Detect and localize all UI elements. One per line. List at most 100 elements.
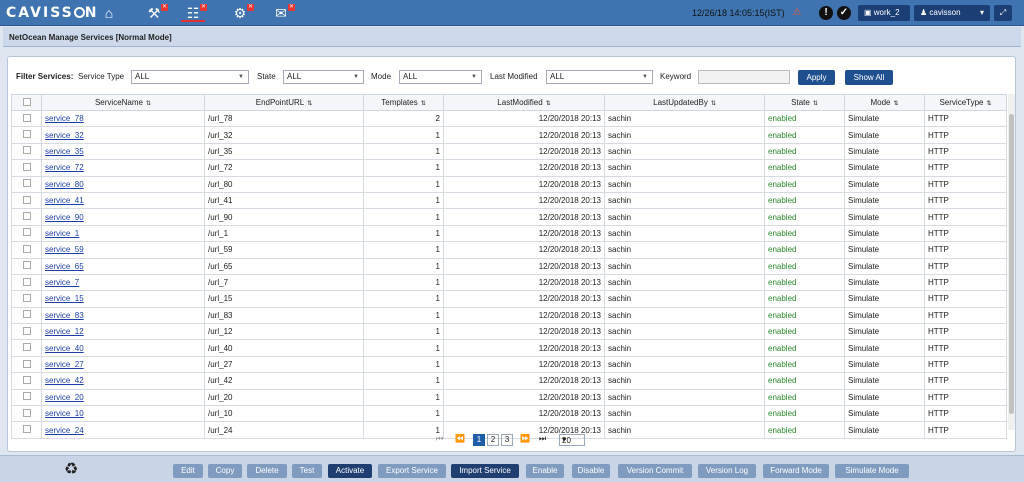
row-checkbox[interactable] — [11, 388, 42, 407]
table-row[interactable]: service_7/url_7 1 12/20/2018 20:13 sachin en… — [11, 273, 1007, 292]
table-row[interactable]: service_20/url_20 1 12/20/2018 20:13 sachin… — [11, 388, 1007, 407]
table-row[interactable]: service_78/url_78 2 12/20/2018 20:13 sachin… — [11, 109, 1007, 128]
select-all-checkbox[interactable] — [11, 94, 42, 111]
cell-servicename[interactable]: service_7 — [41, 273, 205, 292]
row-checkbox[interactable] — [11, 241, 42, 259]
keyword-input[interactable] — [698, 70, 790, 84]
table-row[interactable]: service_27/url_27 1 12/20/2018 20:13 sachin… — [11, 355, 1007, 374]
column-header-endpointurl[interactable]: EndPointURL ⇅ — [204, 94, 364, 111]
cell-servicename[interactable]: service_90 — [41, 208, 205, 226]
state-select[interactable]: ALL ▼ — [283, 70, 364, 84]
service-link[interactable]: service_35 — [45, 147, 84, 156]
delete-button[interactable]: Delete — [247, 464, 287, 478]
scrollbar-thumb[interactable] — [1009, 114, 1014, 414]
cell-servicename[interactable]: service_42 — [41, 372, 205, 390]
expand-icon[interactable]: ⤢ — [994, 5, 1012, 21]
service-link[interactable]: service_72 — [45, 163, 84, 172]
table-row[interactable]: service_65/url_65 1 12/20/2018 20:13 sachin… — [11, 257, 1007, 275]
column-header-state[interactable]: State ⇅ — [764, 94, 845, 111]
table-row[interactable]: service_12/url_12 1 12/20/2018 20:13 sachin… — [11, 323, 1007, 341]
table-row[interactable]: service_90/url_90 1 12/20/2018 20:13 sachin… — [11, 208, 1007, 226]
service-link[interactable]: service_24 — [45, 426, 84, 435]
cell-servicename[interactable]: service_12 — [41, 323, 205, 341]
row-checkbox[interactable] — [11, 421, 42, 439]
service-link[interactable]: service_20 — [45, 393, 84, 402]
cell-servicename[interactable]: service_10 — [41, 405, 205, 423]
service-link[interactable]: service_65 — [45, 262, 84, 271]
cell-servicename[interactable]: service_20 — [41, 388, 205, 407]
workspace-button[interactable]: ▣ work_2 — [858, 5, 910, 21]
service-link[interactable]: service_78 — [45, 114, 84, 123]
row-checkbox[interactable] — [11, 224, 42, 243]
column-header-mode[interactable]: Mode ⇅ — [844, 94, 925, 111]
row-checkbox[interactable] — [11, 191, 42, 210]
cell-servicename[interactable]: service_65 — [41, 257, 205, 275]
last-modified-select[interactable]: ALL ▼ — [546, 70, 653, 84]
simulate-mode-button[interactable]: Simulate Mode — [835, 464, 909, 478]
column-header-servicename[interactable]: ServiceName ⇅ — [41, 94, 205, 111]
row-checkbox[interactable] — [11, 290, 42, 308]
service-link[interactable]: service_32 — [45, 131, 84, 140]
table-row[interactable]: service_15/url_15 1 12/20/2018 20:13 sachin… — [11, 290, 1007, 308]
copy-button[interactable]: Copy — [208, 464, 242, 478]
cell-servicename[interactable]: service_80 — [41, 175, 205, 193]
cell-servicename[interactable]: service_59 — [41, 241, 205, 259]
first-page-icon[interactable]: ⏮ — [436, 434, 443, 444]
services-icon[interactable]: ☷ ✕ — [181, 4, 207, 22]
cell-servicename[interactable]: service_32 — [41, 126, 205, 144]
column-header-servicetype[interactable]: ServiceType ⇅ — [924, 94, 1007, 111]
prev-page-icon[interactable]: ⏪ — [455, 434, 465, 443]
import-service-button[interactable]: Import Service — [451, 464, 519, 478]
row-checkbox[interactable] — [11, 142, 42, 161]
cell-servicename[interactable]: service_83 — [41, 306, 205, 325]
table-row[interactable]: service_1/url_1 1 12/20/2018 20:13 sachin en… — [11, 224, 1007, 243]
table-row[interactable]: service_42/url_42 1 12/20/2018 20:13 sachin… — [11, 372, 1007, 390]
row-checkbox[interactable] — [11, 273, 42, 292]
service-link[interactable]: service_90 — [45, 213, 84, 222]
row-checkbox[interactable] — [11, 306, 42, 325]
row-checkbox[interactable] — [11, 257, 42, 275]
service-link[interactable]: service_27 — [45, 360, 84, 369]
row-checkbox[interactable] — [11, 372, 42, 390]
table-row[interactable]: service_59/url_59 1 12/20/2018 20:13 sachin… — [11, 241, 1007, 259]
alert-icon[interactable]: ! — [819, 6, 833, 20]
service-link[interactable]: service_1 — [45, 229, 79, 238]
row-checkbox[interactable] — [11, 109, 42, 128]
row-checkbox[interactable] — [11, 208, 42, 226]
export-service-button[interactable]: Export Service — [378, 464, 446, 478]
activate-button[interactable]: Activate — [328, 464, 372, 478]
cell-servicename[interactable]: service_27 — [41, 355, 205, 374]
home-icon[interactable]: ⌂ — [97, 4, 121, 22]
apply-button[interactable]: Apply — [798, 70, 835, 85]
table-row[interactable]: service_83/url_83 1 12/20/2018 20:13 sachin… — [11, 306, 1007, 325]
mode-select[interactable]: ALL ▼ — [399, 70, 482, 84]
service-link[interactable]: service_83 — [45, 311, 84, 320]
check-icon[interactable]: ✓ — [837, 6, 851, 20]
page-1-button[interactable]: 1 — [473, 434, 485, 446]
warning-icon[interactable]: ⚠ — [790, 4, 804, 22]
service-link[interactable]: service_42 — [45, 376, 84, 385]
table-row[interactable]: service_80/url_80 1 12/20/2018 20:13 sachin… — [11, 175, 1007, 193]
service-link[interactable]: service_59 — [45, 245, 84, 254]
row-checkbox[interactable] — [11, 339, 42, 357]
sort-icon[interactable]: ⇅ — [893, 101, 898, 107]
sort-icon[interactable]: ⇅ — [146, 101, 151, 107]
version-commit-button[interactable]: Version Commit — [618, 464, 692, 478]
version-log-button[interactable]: Version Log — [698, 464, 756, 478]
row-checkbox[interactable] — [11, 323, 42, 341]
next-page-icon[interactable]: ⏩ — [520, 434, 530, 443]
last-page-icon[interactable]: ⏭ — [539, 434, 546, 444]
forward-mode-button[interactable]: Forward Mode — [763, 464, 829, 478]
row-checkbox[interactable] — [11, 355, 42, 374]
enable-button[interactable]: Enable — [526, 464, 564, 478]
column-header-templates[interactable]: Templates ⇅ — [363, 94, 444, 111]
column-header-lastmodified[interactable]: LastModified ⇅ — [443, 94, 605, 111]
sort-icon[interactable]: ⇅ — [307, 101, 312, 107]
table-row[interactable]: service_40/url_40 1 12/20/2018 20:13 sachin… — [11, 339, 1007, 357]
tools-icon[interactable]: ⚒ ✕ — [142, 4, 168, 22]
table-row[interactable]: service_32/url_32 1 12/20/2018 20:13 sachin… — [11, 126, 1007, 144]
cell-servicename[interactable]: service_1 — [41, 224, 205, 243]
show-all-button[interactable]: Show All — [845, 70, 893, 85]
sort-icon[interactable]: ⇅ — [987, 101, 992, 107]
sort-icon[interactable]: ⇅ — [421, 101, 426, 107]
